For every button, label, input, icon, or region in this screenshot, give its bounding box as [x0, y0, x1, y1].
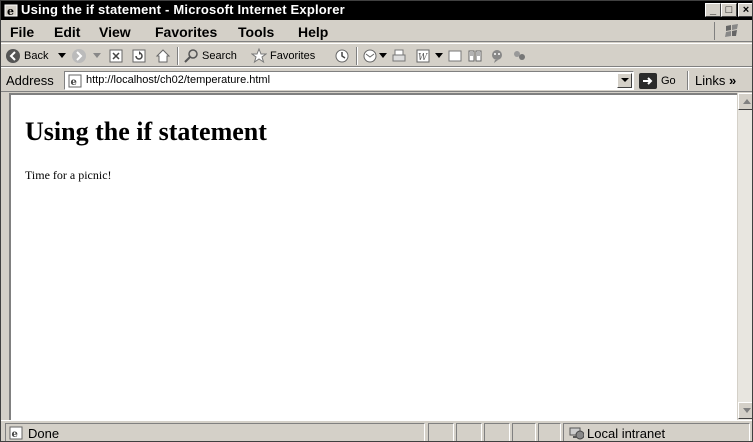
contacts-icon — [511, 48, 527, 64]
links-separator — [687, 71, 689, 90]
menu-help[interactable]: Help — [298, 24, 328, 40]
menu-file[interactable]: File — [10, 24, 34, 40]
stop-button[interactable] — [108, 47, 124, 65]
zone-label: Local intranet — [587, 426, 666, 441]
status-cell — [428, 423, 454, 441]
history-icon — [334, 48, 350, 64]
ie-logo-icon: e — [4, 3, 19, 18]
home-button[interactable] — [155, 47, 171, 65]
search-icon — [183, 48, 199, 64]
stop-icon — [108, 48, 124, 64]
address-dropdown-button[interactable] — [617, 73, 632, 88]
chevron-down-icon — [435, 53, 443, 59]
forward-button[interactable] — [71, 47, 87, 65]
scroll-up-button[interactable] — [738, 93, 752, 110]
intranet-icon — [568, 426, 585, 440]
status-bar: e Done Local intranet — [1, 420, 752, 441]
back-arrow-icon — [5, 48, 21, 64]
favorites-label: Favorites — [270, 50, 316, 62]
back-dropdown[interactable] — [58, 47, 66, 65]
close-button[interactable]: × — [738, 3, 752, 17]
svg-text:e: e — [12, 429, 18, 440]
page-heading: Using the if statement — [25, 117, 267, 146]
messenger-button[interactable] — [489, 47, 505, 65]
menu-view[interactable]: View — [99, 24, 131, 40]
status-text: Done — [28, 426, 60, 441]
page-done-icon: e — [9, 426, 23, 440]
window-title: Using the if statement - Microsoft Inter… — [21, 2, 345, 17]
status-cell — [538, 423, 561, 441]
go-arrow-icon — [639, 73, 657, 89]
history-button[interactable] — [334, 47, 350, 65]
links-button[interactable]: Links » — [695, 73, 736, 88]
page-viewport: Using the if statement Time for a picnic… — [9, 93, 737, 420]
toolbar-separator — [177, 47, 179, 65]
page-body-text: Time for a picnic! — [25, 168, 112, 182]
mail-icon — [362, 48, 378, 64]
star-icon — [251, 48, 267, 64]
title-bar[interactable]: e Using the if statement - Microsoft Int… — [1, 1, 752, 20]
mail-button[interactable] — [362, 47, 378, 65]
address-input[interactable]: e http://localhost/ch02/temperature.html — [64, 71, 634, 90]
status-cell — [512, 423, 536, 441]
menu-edit[interactable]: Edit — [54, 24, 80, 40]
links-label: Links — [695, 73, 726, 88]
mail-dropdown[interactable] — [379, 47, 387, 65]
refresh-icon — [131, 48, 147, 64]
chevron-down-icon — [93, 53, 101, 59]
chevron-right-icon: » — [728, 73, 737, 88]
menu-tools[interactable]: Tools — [238, 24, 274, 40]
svg-text:W: W — [418, 53, 428, 63]
edit-dropdown[interactable] — [435, 47, 443, 65]
status-cell — [456, 423, 482, 441]
chevron-down-icon — [742, 408, 751, 413]
svg-text:e: e — [7, 5, 14, 18]
forward-arrow-icon — [71, 48, 87, 64]
browser-window: e Using the if statement - Microsoft Int… — [0, 0, 753, 442]
standard-toolbar: Back Search Favorites W — [1, 43, 752, 67]
address-label: Address — [6, 73, 54, 88]
home-icon — [155, 48, 171, 64]
vertical-scrollbar[interactable] — [737, 93, 752, 420]
chevron-down-icon — [58, 53, 66, 59]
address-url: http://localhost/ch02/temperature.html — [86, 74, 271, 86]
page-icon: e — [68, 74, 82, 88]
scroll-down-button[interactable] — [738, 402, 752, 419]
back-button[interactable]: Back — [5, 47, 48, 65]
refresh-button[interactable] — [131, 47, 147, 65]
security-zone[interactable]: Local intranet — [563, 423, 750, 441]
minimize-button[interactable]: _ — [705, 3, 721, 17]
research-button[interactable] — [467, 47, 483, 65]
menu-bar: File Edit View Favorites Tools Help — [1, 20, 752, 42]
go-button[interactable]: Go — [639, 72, 676, 90]
word-edit-icon: W — [415, 48, 431, 64]
chevron-down-icon — [379, 53, 387, 59]
research-icon — [467, 48, 483, 64]
address-bar: Address e http://localhost/ch02/temperat… — [1, 67, 752, 92]
search-label: Search — [202, 50, 237, 62]
chevron-up-icon — [742, 99, 751, 104]
maximize-button[interactable]: □ — [721, 3, 737, 17]
favorites-button[interactable]: Favorites — [251, 47, 315, 65]
discuss-icon — [447, 48, 463, 64]
status-panel: e Done — [5, 423, 425, 441]
windows-logo-icon — [714, 22, 748, 40]
print-button[interactable] — [391, 47, 407, 65]
back-label: Back — [24, 50, 49, 62]
search-button[interactable]: Search — [183, 47, 237, 65]
svg-text:e: e — [71, 77, 77, 88]
menu-favorites[interactable]: Favorites — [155, 24, 217, 40]
messenger-icon — [489, 48, 505, 64]
forward-dropdown[interactable] — [93, 47, 101, 65]
discuss-button[interactable] — [447, 47, 463, 65]
toolbar-separator — [356, 47, 358, 65]
print-icon — [391, 48, 407, 64]
go-label: Go — [661, 75, 676, 87]
edit-button[interactable]: W — [415, 47, 431, 65]
contacts-button[interactable] — [511, 47, 527, 65]
status-cell — [484, 423, 510, 441]
